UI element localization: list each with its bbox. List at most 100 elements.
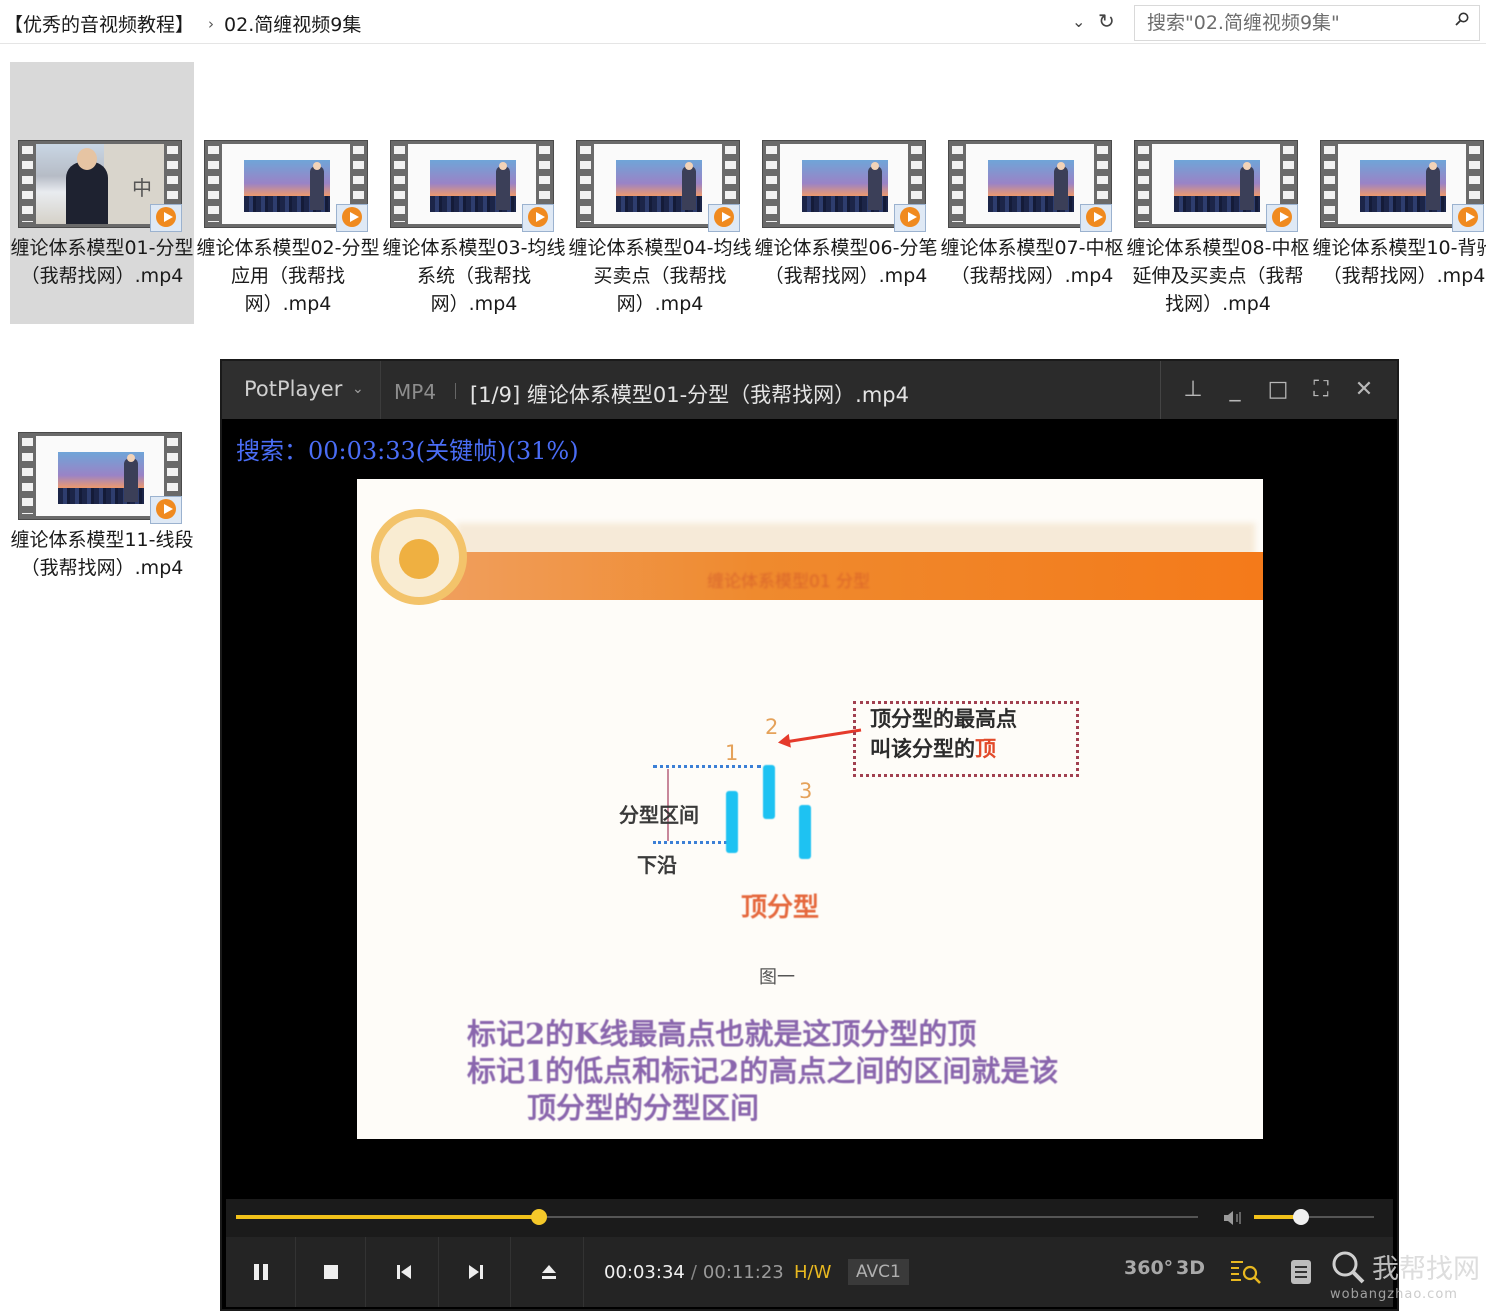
thumbnail-slide [1174, 160, 1260, 212]
open-file-button[interactable] [514, 1237, 584, 1307]
time-separator: / [690, 1262, 697, 1283]
file-tile[interactable]: 中缠论体系模型01-分型（我帮找网）.mp4 [10, 62, 194, 324]
player-titlebar[interactable]: PotPlayer ⌄ MP4 [1/9] 缠论体系模型01-分型（我帮找网）.… [222, 361, 1397, 419]
3d-button[interactable]: 3D [1176, 1257, 1205, 1279]
player-brand: PotPlayer [244, 377, 343, 401]
search-input[interactable] [1145, 6, 1449, 40]
search-icon[interactable] [1455, 12, 1469, 26]
play-badge-icon [708, 204, 740, 232]
address-divider [0, 43, 1486, 44]
watermark-text: 我帮找网 [1372, 1254, 1480, 1285]
format-label: MP4 [394, 380, 437, 404]
player-title: [1/9] 缠论体系模型01-分型（我帮找网）.mp4 [470, 383, 909, 407]
video-thumbnail [762, 140, 926, 232]
seek-track[interactable] [236, 1209, 1198, 1225]
breadcrumb-root[interactable]: 【优秀的音视频教程】 [4, 10, 194, 37]
candle-3 [799, 805, 811, 859]
skip-previous-icon [397, 1265, 411, 1279]
fullscreen-icon[interactable]: ⛶ [1307, 376, 1335, 404]
file-tile[interactable]: 缠论体系模型08-中枢延伸及买卖点（我帮找网）.mp4 [1126, 62, 1310, 352]
volume-handle[interactable] [1292, 1209, 1309, 1225]
pause-button[interactable] [226, 1237, 296, 1307]
caption-line-2: 标记1的低点和标记2的高点之间的区间就是该 [467, 1054, 1059, 1088]
thumbnail-slide [1360, 160, 1446, 212]
stop-icon [324, 1265, 338, 1279]
volume-slider[interactable] [1254, 1209, 1374, 1225]
vr-360-button[interactable]: 360° [1124, 1257, 1173, 1279]
next-button[interactable] [441, 1237, 511, 1307]
codec-badge[interactable]: AVC1 [848, 1259, 909, 1285]
figure-label: 图一 [759, 967, 795, 988]
file-name: 缠论体系模型10-背驰（我帮找网）.mp4 [1312, 237, 1486, 287]
window-controls: ⊥ _ □ ⛶ ✕ [1160, 361, 1398, 419]
breadcrumb-current[interactable]: 02.简缠视频9集 [224, 10, 361, 37]
video-thumbnail [948, 140, 1112, 232]
current-time: 00:03:34 [604, 1262, 685, 1283]
previous-button[interactable] [369, 1237, 439, 1307]
range-label: 分型区间 [619, 803, 699, 827]
play-badge-icon [522, 204, 554, 232]
seek-osd-text: 搜索：00:03:33(关键帧)(31%) [236, 437, 579, 465]
minimize-button[interactable]: _ [1221, 376, 1249, 404]
search-icon[interactable] [1230, 1259, 1262, 1285]
video-thumbnail [390, 140, 554, 232]
video-thumbnail [576, 140, 740, 232]
search-box [1134, 5, 1480, 41]
candle-mark-3: 3 [799, 779, 813, 803]
file-tile[interactable]: 缠论体系模型11-线段（我帮找网）.mp4 [10, 354, 194, 644]
video-thumbnail [1134, 140, 1298, 232]
player-menu-button[interactable]: PotPlayer ⌄ [222, 361, 381, 419]
eject-icon [542, 1265, 556, 1279]
refresh-icon[interactable]: ↻ [1098, 9, 1115, 33]
time-display: 00:03:34/00:11:23 [604, 1262, 784, 1283]
seek-bar-area [226, 1199, 1393, 1237]
thumbnail-photo: 中 [36, 144, 164, 224]
address-bar: 【优秀的音视频教程】 › 02.简缠视频9集 ⌄ ↻ [0, 0, 1486, 46]
candle-2 [763, 765, 775, 819]
lower-dotted-line [653, 841, 733, 844]
breadcrumb-chevron-icon[interactable]: › [208, 15, 214, 33]
stop-button[interactable] [296, 1237, 366, 1307]
annotation-box: 顶分型的最高点 叫该分型的顶 [853, 701, 1079, 777]
play-badge-icon [1266, 204, 1298, 232]
file-name: 缠论体系模型02-分型应用（我帮找网）.mp4 [196, 237, 380, 315]
file-tile[interactable]: 缠论体系模型07-中枢（我帮找网）.mp4 [940, 62, 1124, 352]
close-button[interactable]: ✕ [1350, 376, 1378, 404]
address-dropdown-chevron-icon[interactable]: ⌄ [1072, 12, 1085, 31]
seek-handle[interactable] [531, 1209, 548, 1225]
caption-line-1: 标记2的K线最高点也就是这顶分型的顶 [467, 1017, 977, 1051]
file-tile[interactable]: 缠论体系模型02-分型应用（我帮找网）.mp4 [196, 62, 380, 352]
watermark-url: wobangzhao.com [1330, 1287, 1458, 1302]
control-bar: 00:03:34/00:11:23 H/W AVC1 360° 3D 我帮找网 … [226, 1237, 1480, 1307]
maximize-button[interactable]: □ [1264, 376, 1292, 404]
video-frame[interactable]: 缠论体系模型01 分型 1 2 3 顶分型的最高点 叫该分型的顶 分型区间 下沿… [357, 479, 1263, 1139]
file-tile[interactable]: 缠论体系模型04-均线买卖点（我帮找网）.mp4 [568, 62, 752, 352]
play-badge-icon [150, 204, 182, 232]
file-tile[interactable]: 缠论体系模型06-分笔（我帮找网）.mp4 [754, 62, 938, 352]
file-name: 缠论体系模型06-分笔（我帮找网）.mp4 [754, 237, 938, 287]
video-thumbnail [18, 432, 182, 524]
breadcrumb: 【优秀的音视频教程】 › 02.简缠视频9集 [4, 10, 361, 37]
potplayer-window: PotPlayer ⌄ MP4 [1/9] 缠论体系模型01-分型（我帮找网）.… [220, 359, 1480, 1311]
playlist-icon[interactable] [1290, 1259, 1312, 1285]
pin-icon[interactable]: ⊥ [1179, 376, 1207, 404]
thumbnail-slide [58, 452, 144, 504]
caption-line-3: 顶分型的分型区间 [527, 1091, 760, 1125]
file-name: 缠论体系模型01-分型（我帮找网）.mp4 [10, 237, 194, 287]
slide-header: 缠论体系模型01 分型 [707, 572, 871, 592]
pause-icon [254, 1264, 268, 1280]
watermark-logo-icon [1332, 1251, 1365, 1284]
annotation-line-2: 叫该分型的顶 [870, 737, 996, 761]
volume-icon[interactable] [1222, 1208, 1244, 1228]
candle-1 [726, 791, 738, 853]
play-badge-icon [1080, 204, 1112, 232]
thumbnail-slide [430, 160, 516, 212]
play-badge-icon [150, 496, 182, 524]
file-name: 缠论体系模型08-中枢延伸及买卖点（我帮找网）.mp4 [1126, 237, 1310, 315]
play-badge-icon [336, 204, 368, 232]
file-name: 缠论体系模型04-均线买卖点（我帮找网）.mp4 [568, 237, 752, 315]
file-tile[interactable]: 缠论体系模型10-背驰（我帮找网）.mp4 [1312, 62, 1486, 352]
file-tile[interactable]: 缠论体系模型03-均线系统（我帮找网）.mp4 [382, 62, 566, 352]
hw-decoding-badge[interactable]: H/W [794, 1262, 831, 1283]
file-name: 缠论体系模型11-线段（我帮找网）.mp4 [10, 529, 194, 579]
